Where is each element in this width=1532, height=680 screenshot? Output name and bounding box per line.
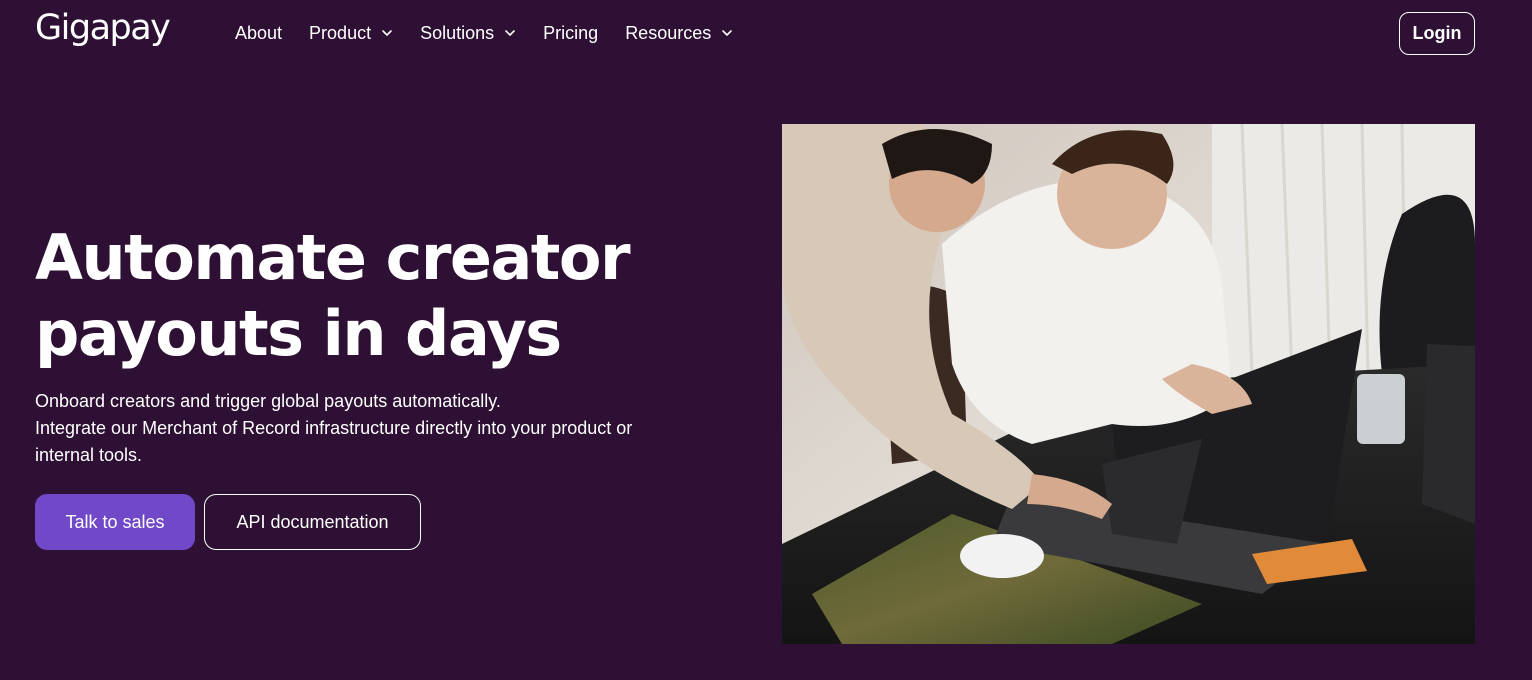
top-navigation: Gigapay About Product Solutions Pricing … [0,0,1532,66]
nav-item-label: Solutions [420,22,495,43]
hero-subtitle-line-1: Onboard creators and trigger global payo… [35,391,501,411]
hero-subtitle: Onboard creators and trigger global payo… [35,388,715,469]
nav-item-pricing[interactable]: Pricing [543,21,598,45]
hero-subtitle-line-2: Integrate our Merchant of Record infrast… [35,418,633,438]
talk-to-sales-button[interactable]: Talk to sales [35,494,195,550]
api-documentation-button[interactable]: API documentation [204,494,421,550]
nav-item-solutions[interactable]: Solutions [420,21,516,45]
nav-item-about[interactable]: About [235,21,282,45]
hero-title-line-1: Automate creator [35,221,631,294]
gigapay-logo[interactable]: Gigapay [35,8,171,48]
nav-item-product[interactable]: Product [309,21,393,45]
nav-item-label: Resources [625,22,712,43]
hero-title: Automate creator payouts in days [35,220,735,372]
hero-photo [782,124,1475,644]
nav-item-label: About [235,22,283,43]
nav-item-label: Product [309,22,372,43]
nav-item-label: Pricing [543,22,599,43]
login-button[interactable]: Login [1399,12,1475,55]
nav-item-resources[interactable]: Resources [625,21,733,45]
chevron-down-icon [722,30,733,36]
nav-links: About Product Solutions Pricing Resource… [235,21,760,45]
chevron-down-icon [505,30,515,36]
chevron-down-icon [382,30,392,36]
hero-subtitle-line-3: internal tools. [35,445,143,465]
people-at-laptop-illustration [782,124,1475,644]
hero-title-line-2: payouts in days [35,297,562,370]
